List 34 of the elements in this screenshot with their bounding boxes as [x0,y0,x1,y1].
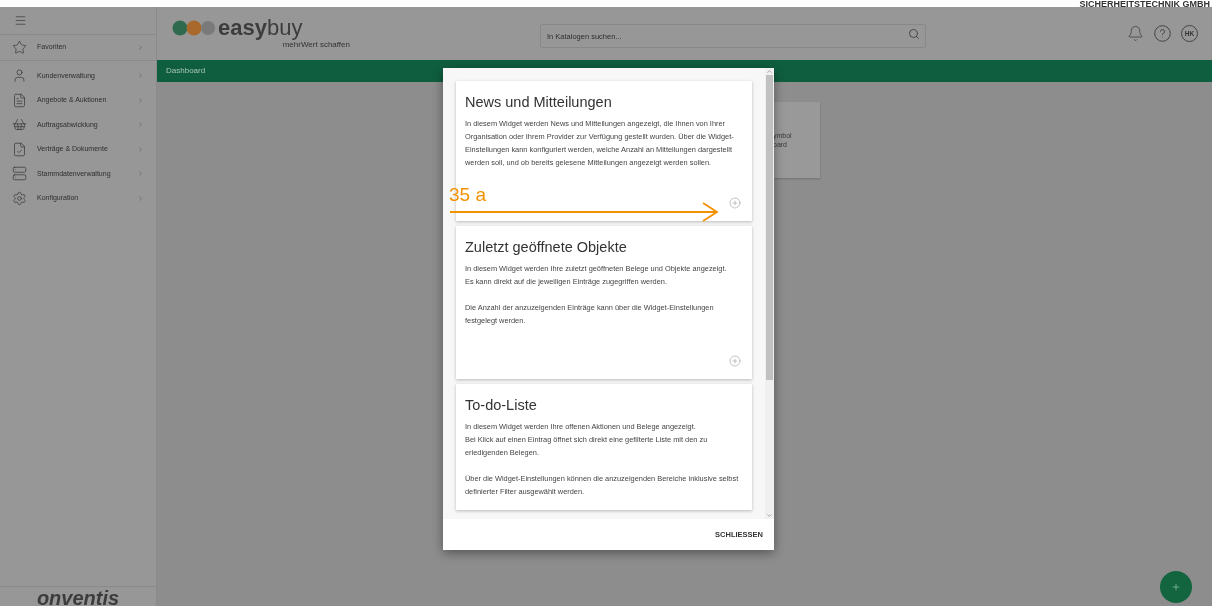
logo-icon [172,19,216,36]
person-icon [12,68,27,84]
add-button[interactable] [1160,571,1192,603]
company-name: SICHERHEITSTECHNIK GMBH [1079,0,1210,7]
basket-icon [12,117,27,133]
document-icon [12,141,27,157]
document-icon [12,92,27,108]
chevron-icon [137,43,144,51]
plus-icon [1171,582,1181,592]
add-icon[interactable] [729,197,741,209]
star-icon [12,39,27,55]
annotation-label: 35 a [449,184,486,206]
widget-title: News und Mitteilungen [465,93,613,111]
footer-logo: onventis [36,590,120,606]
chevron-icon [137,145,144,153]
widget-title: To-do-Liste [465,396,538,414]
chevron-icon [137,72,144,80]
logo-tagline: mehrWert schaffen [282,39,350,51]
menu-icon[interactable] [14,14,27,27]
chevron-icon [137,96,144,104]
bell-icon[interactable] [1127,25,1144,42]
breadcrumb[interactable]: Dashboard [166,65,206,77]
search-icon[interactable] [908,27,920,40]
chevron-icon [137,194,144,202]
server-icon [12,166,27,182]
widget-title: Zuletzt geöffnete Objekte [465,238,628,256]
help-icon[interactable] [1154,25,1171,42]
scroll-up-icon[interactable] [766,68,773,75]
logo-text: easybuy [218,16,303,39]
scroll-down-icon[interactable] [766,512,773,519]
chevron-icon [137,170,144,178]
chevron-icon [137,121,144,129]
add-icon[interactable] [729,355,741,367]
gear-icon [12,190,27,206]
